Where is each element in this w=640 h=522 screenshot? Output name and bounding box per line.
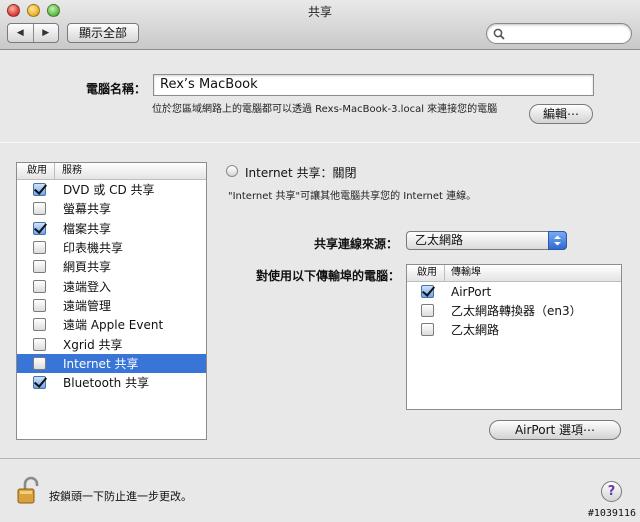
service-row[interactable]: 遠端 Apple Event	[17, 315, 206, 334]
search-icon	[493, 28, 505, 40]
help-button[interactable]: ?	[601, 481, 622, 502]
computer-name-label: 電腦名稱：	[86, 82, 147, 96]
service-label: Internet 共享	[63, 356, 139, 371]
lock-hint: 按鎖頭一下防止進一步更改。	[49, 490, 192, 503]
service-label: DVD 或 CD 共享	[63, 183, 155, 198]
select-arrows-icon	[548, 231, 567, 250]
service-row[interactable]: DVD 或 CD 共享	[17, 180, 206, 199]
service-row[interactable]: 遠端登入	[17, 276, 206, 295]
service-label: 印表機共享	[63, 241, 124, 256]
service-enabled-checkbox[interactable]	[33, 241, 46, 255]
ports-list: 啟用 傳輸埠 AirPort 乙太網路轉換器（en3） 乙太網路	[406, 264, 622, 410]
airport-options-button[interactable]: AirPort 選項⋯	[489, 420, 621, 440]
service-enabled-checkbox[interactable]	[33, 356, 46, 370]
service-label: 網頁共享	[63, 260, 112, 275]
footer-divider	[0, 458, 640, 459]
services-list: 啟用 服務 DVD 或 CD 共享 螢幕共享檔案共享印表機共享網頁共享遠端登入遠端…	[16, 162, 207, 440]
share-source-label: 共享連線來源：	[314, 237, 399, 251]
service-enabled-checkbox[interactable]	[33, 279, 46, 293]
service-enabled-checkbox[interactable]	[33, 318, 46, 332]
service-enabled-checkbox[interactable]	[33, 202, 46, 216]
computer-name-field[interactable]: Rex’s MacBook	[153, 74, 594, 96]
port-enabled-checkbox[interactable]	[421, 323, 434, 336]
share-source-value: 乙太網路	[415, 233, 464, 247]
section-divider	[0, 142, 640, 143]
service-enabled-checkbox[interactable]	[33, 337, 46, 351]
show-all-button[interactable]: 顯示全部	[67, 23, 139, 43]
service-label: 檔案共享	[63, 221, 112, 236]
service-enabled-checkbox[interactable]	[33, 183, 46, 197]
service-label: 遠端管理	[63, 298, 112, 313]
port-enabled-column-header[interactable]: 啟用	[407, 265, 445, 281]
service-label: 遠端登入	[63, 279, 112, 294]
back-arrow-icon[interactable]: ◀	[8, 24, 33, 42]
status-indicator-icon	[226, 165, 238, 177]
port-row[interactable]: AirPort	[407, 282, 621, 301]
ports-list-header: 啟用 傳輸埠	[407, 265, 621, 282]
window-title: 共享	[307, 5, 332, 19]
share-source-select[interactable]: 乙太網路	[406, 231, 567, 250]
service-enabled-checkbox[interactable]	[33, 298, 46, 312]
service-row[interactable]: 遠端管理	[17, 296, 206, 315]
computer-address-note: 位於您區域網路上的電腦都可以透過 Rexs-MacBook-3.local 來連…	[152, 104, 498, 115]
service-row[interactable]: Internet 共享	[17, 353, 206, 373]
service-column-header[interactable]: 服務	[55, 163, 82, 179]
lock-icon[interactable]	[16, 476, 44, 507]
service-label: Xgrid 共享	[63, 337, 123, 352]
service-row[interactable]: 網頁共享	[17, 257, 206, 276]
watermark: #1039116	[587, 508, 636, 519]
port-column-header[interactable]: 傳輸埠	[445, 265, 481, 281]
enabled-column-header[interactable]: 啟用	[17, 163, 55, 179]
port-row[interactable]: 乙太網路	[407, 320, 621, 339]
port-row[interactable]: 乙太網路轉換器（en3）	[407, 301, 621, 320]
window-toolbar: 共享 ◀ ▶ 顯示全部	[0, 0, 640, 50]
forward-arrow-icon[interactable]: ▶	[32, 24, 59, 42]
service-row[interactable]: 螢幕共享	[17, 199, 206, 218]
service-row[interactable]: 檔案共享	[17, 219, 206, 238]
service-label: 遠端 Apple Event	[63, 318, 164, 333]
service-enabled-checkbox[interactable]	[33, 376, 46, 390]
service-row[interactable]: Bluetooth 共享	[17, 373, 206, 392]
services-list-header: 啟用 服務	[17, 163, 206, 180]
internet-sharing-status: Internet 共享：關閉	[245, 166, 357, 180]
port-enabled-checkbox[interactable]	[421, 304, 434, 317]
port-label: AirPort	[451, 284, 492, 299]
service-row[interactable]: Xgrid 共享	[17, 334, 206, 353]
service-row[interactable]: 印表機共享	[17, 238, 206, 257]
port-label: 乙太網路轉換器（en3）	[451, 304, 582, 318]
internet-sharing-description: "Internet 共享"可讓其他電腦共享您的 Internet 連線。	[228, 191, 477, 202]
search-field[interactable]	[486, 23, 632, 44]
back-forward-control: ◀ ▶	[7, 23, 59, 43]
port-label: 乙太網路	[451, 323, 500, 337]
service-enabled-checkbox[interactable]	[33, 260, 46, 274]
port-enabled-checkbox[interactable]	[421, 285, 434, 298]
edit-button[interactable]: 編輯⋯	[529, 104, 593, 124]
service-label: 螢幕共享	[63, 202, 112, 217]
service-label: Bluetooth 共享	[63, 376, 150, 391]
ports-label: 對使用以下傳輸埠的電腦：	[256, 269, 401, 283]
service-enabled-checkbox[interactable]	[33, 221, 46, 235]
